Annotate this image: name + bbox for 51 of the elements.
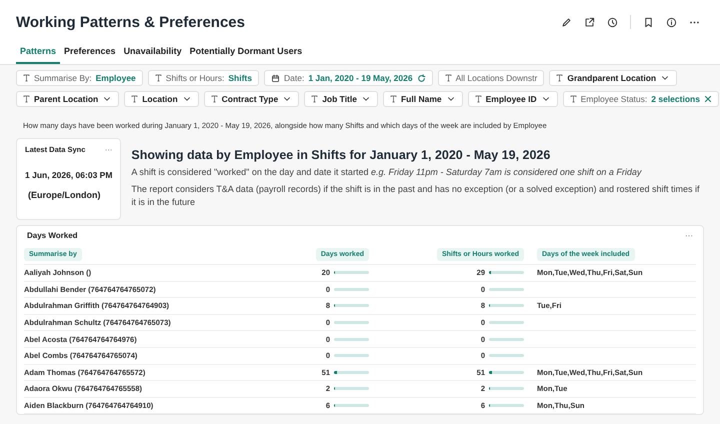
clock-icon[interactable]	[607, 16, 618, 28]
bar-track	[489, 338, 524, 341]
tab[interactable]: Unavailability	[120, 44, 186, 64]
close-icon[interactable]	[704, 95, 712, 103]
filter-dropdown[interactable]: Full Name	[382, 91, 463, 107]
calendar-icon[interactable]	[270, 74, 280, 82]
bar-track	[334, 321, 369, 324]
tab[interactable]: Patterns	[16, 44, 60, 64]
filter-dropdown[interactable]: Grandparent Location	[549, 70, 678, 86]
filter-dropdown[interactable]: Location	[124, 91, 199, 107]
text-type-icon	[131, 95, 138, 103]
bar-track	[489, 288, 524, 291]
text-type-icon	[311, 95, 318, 103]
share-icon[interactable]	[584, 16, 595, 28]
text-type-icon	[23, 95, 30, 103]
date-filter[interactable]: Date: 1 Jan, 2020 - 19 May, 2026	[264, 70, 433, 86]
bar-track	[334, 288, 369, 291]
page-title: Working Patterns & Preferences	[16, 14, 245, 30]
bar-track	[489, 321, 524, 324]
tab[interactable]: Potentially Dormant Users	[186, 44, 306, 64]
sync-datetime: 1 Jun, 2026, 06:03 PM	[25, 170, 112, 180]
filter-dropdown[interactable]: Parent Location	[16, 91, 120, 107]
bar-track	[489, 354, 524, 358]
info-detail: The report considers T&A data (payroll records) if the shift is in the past and has no exception (or a solved exception) and rostered shift times if it is in the future	[131, 183, 701, 210]
refresh-icon[interactable]	[416, 74, 426, 82]
text-type-icon	[570, 95, 577, 103]
filter-chip[interactable]: Summarise By: Employee	[16, 70, 143, 86]
text-type-icon	[474, 95, 482, 103]
tab[interactable]: Preferences	[60, 44, 120, 64]
bar-track	[334, 354, 369, 358]
bookmark-icon[interactable]	[643, 16, 654, 28]
text-type-icon	[444, 74, 452, 82]
info-icon[interactable]	[666, 16, 677, 28]
bar-track	[334, 338, 369, 341]
filter-chip[interactable]: All Locations Downstr	[438, 70, 544, 86]
text-type-icon	[210, 95, 218, 103]
info-note: A shift is considered "worked" on the day and date it started e.g. Friday 11pm - Saturday 7am is considered one shift on a Friday	[131, 166, 643, 179]
filter-chip[interactable]: Shifts or Hours: Shifts	[148, 70, 259, 86]
text-type-icon	[154, 74, 162, 82]
more-button[interactable]: ···	[685, 231, 693, 240]
info-heading: Showing data by Employee in Shifts for January 1, 2020 - May 19, 2026	[131, 148, 552, 162]
pencil-icon[interactable]	[561, 16, 572, 28]
card-title: Days Worked	[27, 231, 78, 240]
text-type-icon	[556, 74, 564, 82]
filter-dropdown[interactable]: Employee ID	[468, 91, 558, 107]
sync-timezone: (Europe/London)	[28, 190, 102, 200]
filter-dropdown[interactable]: Job Title	[304, 91, 378, 107]
text-type-icon	[23, 74, 30, 82]
filter-dropdown[interactable]: Contract Type	[204, 91, 300, 107]
filter-chip[interactable]: Employee Status: 2 selections	[562, 91, 719, 107]
text-type-icon	[390, 95, 397, 103]
